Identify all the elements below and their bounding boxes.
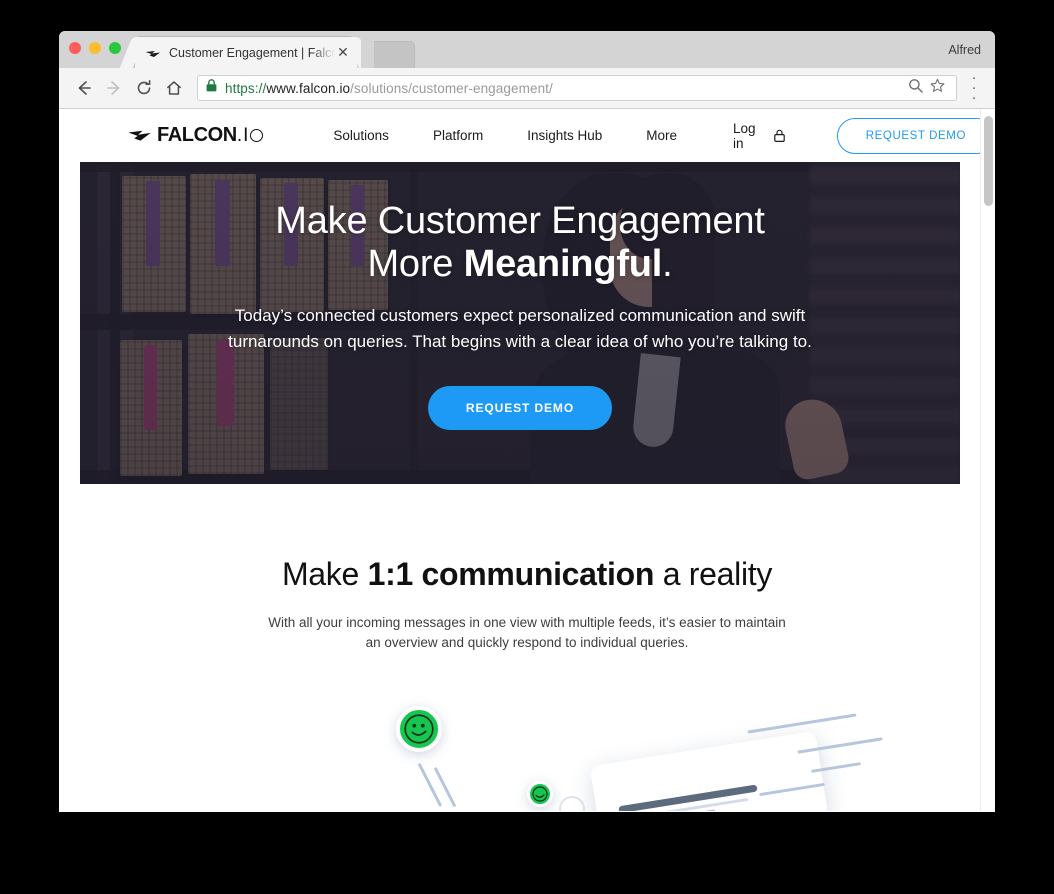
message-card (589, 730, 829, 811)
hero-heading: Make Customer Engagement More Meaningful… (80, 200, 960, 285)
padlock-icon (206, 79, 218, 97)
smiley-bubble-large-icon (396, 706, 442, 753)
url-host: www.falcon.io (266, 80, 351, 96)
logo-dot: . (236, 124, 243, 146)
page-scrollbar-thumb[interactable] (984, 116, 993, 206)
lock-icon (773, 129, 785, 142)
window-traffic-lights (69, 42, 121, 54)
address-bar[interactable]: https://www.falcon.io/solutions/customer… (197, 75, 957, 101)
reload-button[interactable] (129, 73, 159, 103)
intro-heading-prefix: Make (281, 556, 368, 592)
messages-illustration (59, 696, 995, 811)
hero-banner: Make Customer Engagement More Meaningful… (80, 162, 960, 484)
nav-item-more[interactable]: More (646, 128, 677, 143)
hero-heading-line-2-prefix: More (367, 242, 464, 285)
browser-tab-strip: Customer Engagement | Falcon ✕ Alfred (59, 31, 995, 68)
hero-heading-line-1: Make Customer Engagement (275, 200, 765, 242)
browser-window: Customer Engagement | Falcon ✕ Alfred ht… (59, 31, 995, 812)
avatar-placeholder-icon (559, 796, 585, 811)
hero-heading-line-2-suffix: . (662, 242, 673, 285)
hero-content: Make Customer Engagement More Meaningful… (80, 162, 960, 431)
back-button[interactable] (69, 73, 99, 103)
nav-item-insights-hub[interactable]: Insights Hub (527, 128, 602, 143)
three-dot-menu-icon[interactable]: · · · (963, 70, 985, 105)
falcon-logo[interactable]: FALCON . I (128, 124, 264, 147)
hero-heading-line-2-bold: Meaningful (463, 242, 663, 285)
new-tab-button[interactable] (361, 41, 415, 68)
logo-ring-o-icon (250, 129, 264, 142)
browser-tab-active[interactable]: Customer Engagement | Falcon ✕ (135, 37, 357, 68)
nav-item-solutions[interactable]: Solutions (333, 128, 389, 143)
address-bar-url: https://www.falcon.io/solutions/customer… (225, 81, 904, 96)
intro-heading-bold: 1:1 communication (367, 556, 655, 592)
close-tab-button[interactable]: ✕ (335, 44, 351, 61)
zoom-icon[interactable] (908, 78, 926, 98)
home-button[interactable] (159, 73, 189, 103)
intro-heading-suffix: a reality (654, 556, 773, 592)
header-request-demo-button[interactable]: REQUEST DEMO (836, 117, 995, 154)
page-scrollbar[interactable] (980, 109, 995, 811)
url-scheme: https:// (225, 80, 267, 96)
url-path: /solutions/customer-engagement/ (350, 80, 553, 96)
intro-section: Make 1:1 communication a reality With al… (59, 484, 995, 652)
browser-profile-name[interactable]: Alfred (948, 43, 981, 57)
falcon-bird-icon (145, 47, 161, 59)
logo-wordmark: FALCON (157, 124, 237, 146)
logo-letter-i: I (243, 124, 249, 146)
page-viewport: FALCON . I Solutions Platform Insights H… (59, 109, 995, 811)
hero-request-demo-button[interactable]: REQUEST DEMO (427, 386, 613, 431)
site-navigation: Solutions Platform Insights Hub More (333, 128, 677, 143)
intro-heading: Make 1:1 communication a reality (59, 556, 995, 593)
maximize-window-button[interactable] (109, 42, 121, 54)
hero-subtitle: Today’s connected customers expect perso… (228, 306, 812, 351)
close-window-button[interactable] (69, 42, 81, 54)
intro-paragraph: With all your incoming messages in one v… (268, 615, 786, 650)
logo-suffix: . I (237, 125, 264, 147)
browser-toolbar: https://www.falcon.io/solutions/customer… (59, 68, 995, 109)
login-link[interactable]: Log in (733, 121, 785, 151)
smiley-bubble-small-icon (527, 781, 553, 808)
minimize-window-button[interactable] (89, 42, 101, 54)
site-header: FALCON . I Solutions Platform Insights H… (59, 109, 995, 162)
bookmark-star-icon[interactable] (930, 78, 948, 98)
login-label: Log in (733, 120, 756, 151)
browser-tab-title: Customer Engagement | Falcon (169, 45, 335, 60)
forward-button[interactable] (99, 73, 129, 103)
nav-item-platform[interactable]: Platform (433, 128, 483, 143)
falcon-bird-mark-icon (128, 128, 153, 143)
